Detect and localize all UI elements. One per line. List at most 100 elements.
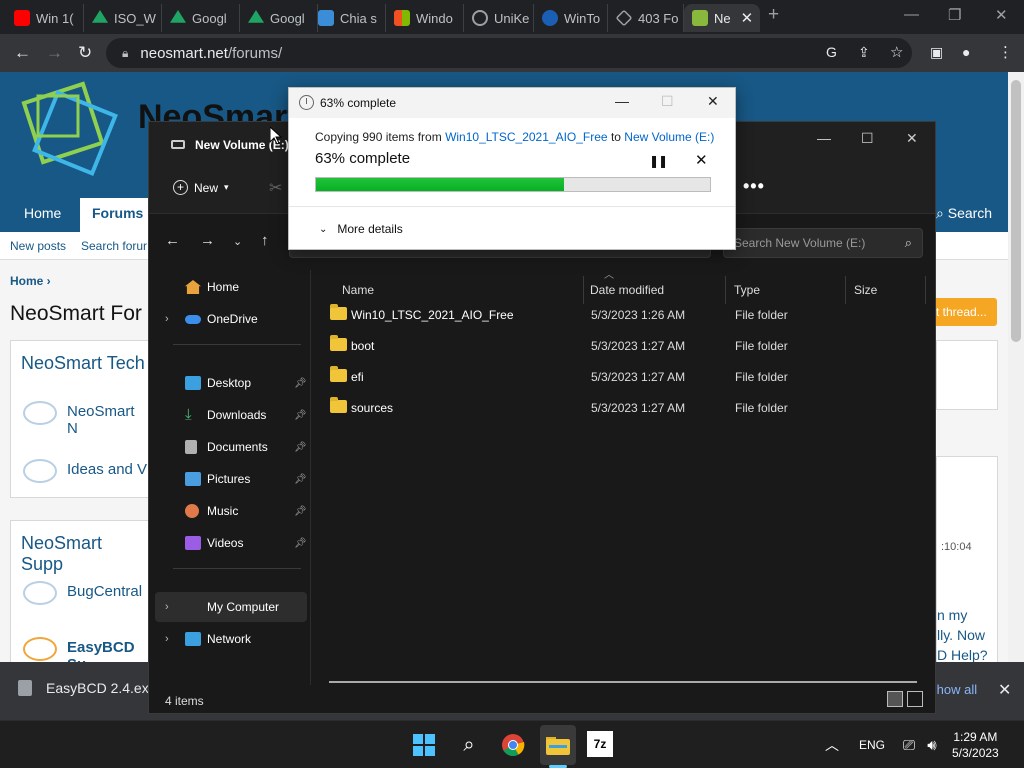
download-item[interactable]: EasyBCD 2.4.exe xyxy=(18,680,157,696)
start-button[interactable] xyxy=(410,731,438,759)
search-icon[interactable]: ⌕ xyxy=(455,731,483,759)
explorer-maximize-button[interactable]: ☐ xyxy=(861,130,874,147)
dialog-close-button[interactable]: ✕ xyxy=(707,93,719,110)
sidebar-item-videos[interactable]: Videos 📌︎ xyxy=(149,528,307,558)
dialog-title-bar[interactable]: 63% complete — ☐ ✕ xyxy=(289,88,735,118)
explorer-minimize-button[interactable]: — xyxy=(817,130,831,146)
pause-button[interactable]: ❚❚ xyxy=(649,154,668,168)
section-title[interactable]: NeoSmart Supp xyxy=(21,533,149,575)
cancel-copy-button[interactable]: ✕ xyxy=(695,151,708,169)
pin-icon[interactable]: 📌︎ xyxy=(294,378,307,389)
pin-icon[interactable]: 📌︎ xyxy=(294,442,307,453)
pin-icon[interactable]: 📌︎ xyxy=(294,410,307,421)
forum-link[interactable]: NeoSmart N xyxy=(67,403,149,437)
tiles-view-icon[interactable] xyxy=(907,691,923,707)
chevron-down-icon: ▾ xyxy=(224,182,229,192)
browser-tab[interactable]: Googl xyxy=(162,4,240,32)
forum-bubble-icon xyxy=(23,581,57,605)
browser-tab[interactable]: Chia s xyxy=(310,4,386,32)
back-arrow-icon[interactable]: ← xyxy=(14,43,31,63)
profile-icon[interactable]: ● xyxy=(962,44,970,60)
pin-icon[interactable]: 📌︎ xyxy=(294,538,307,549)
file-row[interactable]: sources 5/3/2023 1:27 AM File folder xyxy=(328,393,928,423)
bookmark-star-icon[interactable]: ☆ xyxy=(890,43,903,61)
details-view-icon[interactable] xyxy=(887,691,903,707)
back-arrow-icon[interactable]: ← xyxy=(165,232,180,249)
nav-tab-forums[interactable]: Forums xyxy=(80,198,150,232)
new-tab-button[interactable]: + xyxy=(768,4,779,26)
sidebar-item-documents[interactable]: Documents 📌︎ xyxy=(149,432,307,462)
file-row[interactable]: boot 5/3/2023 1:27 AM File folder xyxy=(328,331,928,361)
language-indicator[interactable]: ENG xyxy=(856,731,888,759)
explorer-search-input[interactable]: Search New Volume (E:) ⌕ xyxy=(723,228,923,258)
close-download-bar-icon[interactable]: ✕ xyxy=(998,680,1011,700)
7zip-icon[interactable]: 7z xyxy=(587,731,613,757)
forum-link[interactable]: Ideas and V xyxy=(67,461,147,478)
share-icon[interactable]: ⇪ xyxy=(858,44,870,61)
file-row[interactable]: efi 5/3/2023 1:27 AM File folder xyxy=(328,362,928,392)
mouse-cursor-icon xyxy=(270,127,282,145)
close-window-button[interactable]: ✕ xyxy=(995,6,1008,24)
desktop-icon xyxy=(185,376,201,390)
horizontal-scrollbar[interactable] xyxy=(329,681,917,683)
post-snippet[interactable]: n my xyxy=(937,607,967,623)
file-row[interactable]: Win10_LTSC_2021_AIO_Free 5/3/2023 1:26 A… xyxy=(328,300,928,330)
dialog-minimize-button[interactable]: — xyxy=(615,93,629,109)
more-details-button[interactable]: ⌄ More details xyxy=(319,222,403,236)
sidebar-item-downloads[interactable]: ⤓ Downloads 📌︎ xyxy=(149,400,307,430)
volume-icon[interactable]: 🔊︎ xyxy=(918,731,946,759)
site-search-link[interactable]: ⌕ Search xyxy=(924,198,1004,232)
post-snippet[interactable]: lly. Now xyxy=(937,627,985,643)
google-lens-icon[interactable]: G xyxy=(826,44,837,60)
file-explorer-icon[interactable] xyxy=(544,731,572,759)
sidebar-item-pictures[interactable]: Pictures 📌︎ xyxy=(149,464,307,494)
browser-tab[interactable]: Windo xyxy=(386,4,464,32)
breadcrumb[interactable]: Home › xyxy=(10,274,51,288)
close-tab-icon[interactable]: ✕ xyxy=(741,9,754,27)
up-arrow-icon[interactable]: ↑ xyxy=(261,232,269,249)
clock-date: 5/3/2023 xyxy=(952,746,999,760)
source-folder-link[interactable]: Win10_LTSC_2021_AIO_Free xyxy=(445,130,608,144)
post-thread-button[interactable]: t thread... xyxy=(932,298,997,326)
reload-icon[interactable]: ↻ xyxy=(78,43,92,63)
explorer-close-button[interactable]: ✕ xyxy=(906,130,918,147)
menu-icon[interactable]: ⋮ xyxy=(998,43,1013,61)
pin-icon[interactable]: 📌︎ xyxy=(294,474,307,485)
cut-icon[interactable]: ✂ xyxy=(269,178,282,198)
browser-tab[interactable]: UniKe xyxy=(464,4,534,32)
destination-link[interactable]: New Volume (E:) xyxy=(624,130,714,144)
forward-arrow-icon[interactable]: → xyxy=(46,43,63,63)
sidebar-item-onedrive[interactable]: › OneDrive xyxy=(149,304,307,334)
explorer-status-bar: 4 items xyxy=(149,685,935,713)
browser-tab-active[interactable]: Ne ✕ xyxy=(684,4,760,32)
browser-tab[interactable]: Win 1( xyxy=(6,4,84,32)
recent-locations-chevron-icon[interactable]: ⌄ xyxy=(233,235,242,248)
new-button[interactable]: + New ▾ xyxy=(173,180,229,195)
browser-tab[interactable]: WinTo xyxy=(534,4,608,32)
chrome-icon[interactable] xyxy=(499,731,527,759)
taskbar-clock[interactable]: 1:29 AM 5/3/2023 xyxy=(952,729,999,761)
sidebar-item-desktop[interactable]: Desktop 📌︎ xyxy=(149,368,307,398)
minimize-button[interactable]: — xyxy=(904,6,919,23)
sidebar-item-home[interactable]: Home xyxy=(149,272,307,302)
post-snippet[interactable]: D Help? xyxy=(937,647,988,663)
browser-tab[interactable]: 403 Fo xyxy=(608,4,684,32)
page-scrollbar-thumb[interactable] xyxy=(1011,80,1021,342)
section-title[interactable]: NeoSmart Tech xyxy=(21,353,145,374)
side-panel-icon[interactable]: ▣ xyxy=(930,44,943,61)
new-posts-link[interactable]: New posts xyxy=(10,239,66,253)
nav-tab-home[interactable]: Home xyxy=(12,198,73,232)
forward-arrow-icon[interactable]: → xyxy=(200,232,215,249)
sidebar-item-music[interactable]: Music 📌︎ xyxy=(149,496,307,526)
pin-icon[interactable]: 📌︎ xyxy=(294,506,307,517)
sidebar-item-my-computer[interactable]: › My Computer xyxy=(155,592,307,622)
more-options-button[interactable]: ••• xyxy=(743,176,765,197)
show-hidden-icons-chevron-icon[interactable]: ︿ xyxy=(818,731,846,759)
search-forums-link[interactable]: Search forur xyxy=(81,239,147,253)
address-bar[interactable]: 🔒︎ neosmart.net/forums/ xyxy=(106,38,912,68)
forum-link[interactable]: BugCentral xyxy=(67,583,142,600)
sidebar-item-network[interactable]: › Network xyxy=(149,624,307,654)
browser-tab[interactable]: Googl xyxy=(240,4,318,32)
browser-tab[interactable]: ISO_W xyxy=(84,4,162,32)
maximize-button[interactable]: ❐ xyxy=(948,6,961,24)
